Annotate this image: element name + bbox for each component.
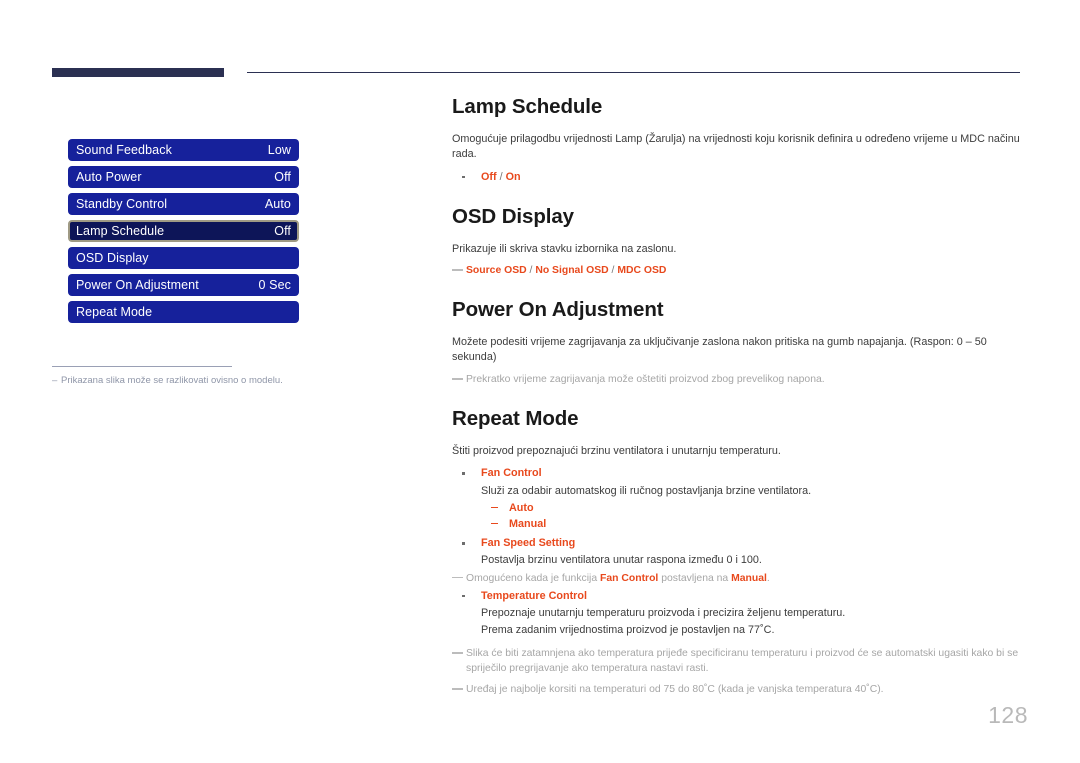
osd-row-lamp-schedule[interactable]: Lamp Schedule Off: [68, 220, 299, 242]
repeat-mode-note-1: Slika će biti zatamnjena ako temperatura…: [452, 646, 1030, 676]
note-dash-icon: [452, 378, 463, 380]
option-on: On: [505, 170, 521, 183]
section-title: Power On Adjustment: [452, 298, 664, 322]
list-item: Off / On: [452, 169, 1030, 185]
section-power-on-adjustment: Power On Adjustment Možete podesiti vrij…: [452, 299, 1030, 387]
option-separator: /: [526, 265, 536, 277]
left-footnote-text: Prikazana slika može se razlikovati ovis…: [61, 375, 283, 386]
osd-row-label: Auto Power: [76, 170, 142, 184]
bullet-square-icon: [462, 472, 465, 475]
fan-control-description: Služi za odabir automatskog ili ručnog p…: [481, 484, 812, 497]
section-title: Lamp Schedule: [452, 95, 603, 118]
list-item-fan-control: Fan Control Služi za odabir automatskog …: [452, 465, 1030, 532]
option-separator: /: [496, 170, 506, 183]
note-dash-icon: [452, 269, 463, 271]
note-dash-icon: [452, 688, 463, 690]
temperature-control-label: Temperature Control: [481, 589, 587, 602]
list-item-temperature-control: Temperature Control Prepoznaje unutarnju…: [452, 588, 1030, 639]
osd-row-value: Low: [267, 143, 291, 157]
section-title: OSD Display: [452, 205, 574, 229]
bullet-square-icon: [462, 175, 465, 179]
temperature-control-list: Temperature Control Prepoznaje unutarnju…: [452, 588, 1030, 639]
note-dash-icon: [452, 652, 463, 654]
left-illustration-column: Sound Feedback Low Auto Power Off Standb…: [0, 0, 400, 763]
osd-row-standby-control[interactable]: Standby Control Auto: [68, 193, 299, 215]
osd-row-auto-power[interactable]: Auto Power Off: [68, 166, 299, 188]
fan-control-label: Fan Control: [481, 467, 542, 480]
fan-speed-setting-description: Postavlja brzinu ventilatora unutar rasp…: [481, 554, 762, 567]
section-lamp-schedule: Lamp Schedule Omogućuje prilagodbu vrije…: [452, 95, 1030, 185]
note-text: Slika će biti zatamnjena ako temperatura…: [466, 648, 1019, 675]
note-term-fan-control: Fan Control: [600, 572, 659, 584]
repeat-mode-note-2: Uređaj je najbolje korsiti na temperatur…: [452, 682, 1030, 697]
left-footnote: – Prikazana slika može se razlikovati ovi…: [52, 375, 352, 386]
section-title: Repeat Mode: [452, 407, 579, 431]
osd-row-label: Standby Control: [76, 197, 168, 211]
option-off: Off: [481, 170, 497, 183]
fan-control-options: Auto Manual: [481, 500, 1030, 532]
temperature-control-description-1: Prepoznaje unutarnju temperaturu proizvo…: [481, 606, 846, 619]
section-repeat-mode: Repeat Mode Štiti proizvod prepoznajući …: [452, 408, 1030, 697]
fan-control-note: Omogućeno kada je funkcija Fan Control p…: [452, 571, 1030, 586]
dash-marker-icon: [491, 522, 498, 525]
option-list: Off / On: [452, 169, 1030, 185]
dash-marker-icon: [491, 506, 498, 509]
option-source-osd: Source OSD: [466, 265, 527, 277]
dash-marker-icon: –: [52, 375, 58, 386]
osd-display-options: Source OSD / No Signal OSD / MDC OSD: [452, 263, 1030, 278]
list-item-fan-speed-setting: Fan Speed Setting Postavlja brzinu venti…: [452, 535, 1030, 568]
osd-menu-mock: Sound Feedback Low Auto Power Off Standb…: [68, 139, 299, 328]
section-body: Štiti proizvod prepoznajući brzinu venti…: [452, 444, 781, 457]
content-column: Lamp Schedule Omogućuje prilagodbu vrije…: [452, 95, 1030, 699]
osd-row-label: OSD Display: [76, 251, 149, 265]
note-text-mid: postavljena na: [658, 572, 732, 584]
option-label: Auto: [509, 501, 534, 514]
note-dash-icon: [452, 576, 463, 579]
osd-row-value: 0 Sec: [258, 278, 291, 292]
temperature-control-description-2: Prema zadanim vrijednostima proizvod je …: [481, 623, 775, 636]
bullet-square-icon: [462, 594, 465, 598]
section-body: Prikazuje ili skriva stavku izbornika na…: [452, 242, 677, 255]
section-note: Prekratko vrijeme zagrijavanja može ošte…: [452, 372, 1030, 387]
osd-row-value: Auto: [264, 197, 291, 211]
fan-control-option-manual: Manual: [481, 516, 1030, 532]
note-text: Uređaj je najbolje korsiti na temperatur…: [466, 684, 884, 696]
bullet-square-icon: [462, 542, 465, 545]
fan-control-option-auto: Auto: [481, 500, 1030, 516]
osd-row-label: Power On Adjustment: [76, 278, 199, 292]
osd-row-label: Sound Feedback: [76, 143, 172, 157]
note-text-pre: Omogućeno kada je funkcija: [466, 572, 601, 584]
page-number: 128: [988, 702, 1028, 728]
osd-row-value: Off: [274, 170, 291, 184]
osd-row-osd-display[interactable]: OSD Display: [68, 247, 299, 269]
osd-row-power-on-adjustment[interactable]: Power On Adjustment 0 Sec: [68, 274, 299, 296]
option-label: Manual: [509, 517, 547, 530]
option-no-signal-osd: No Signal OSD: [535, 265, 609, 277]
left-footnote-rule: [52, 366, 232, 367]
osd-row-label: Lamp Schedule: [76, 224, 165, 238]
section-body: Omogućuje prilagodbu vrijednosti Lamp (Ž…: [452, 132, 1020, 161]
osd-row-label: Repeat Mode: [76, 305, 153, 319]
osd-row-repeat-mode[interactable]: Repeat Mode: [68, 301, 299, 323]
osd-row-sound-feedback[interactable]: Sound Feedback Low: [68, 139, 299, 161]
repeat-mode-option-list: Fan Control Služi za odabir automatskog …: [452, 465, 1030, 568]
section-osd-display: OSD Display Prikazuje ili skriva stavku …: [452, 205, 1030, 278]
osd-row-value: Off: [274, 224, 291, 238]
option-separator: /: [608, 265, 618, 277]
note-text: Prekratko vrijeme zagrijavanja može ošte…: [466, 374, 825, 386]
fan-speed-setting-label: Fan Speed Setting: [481, 537, 576, 550]
option-mdc-osd: MDC OSD: [617, 265, 667, 277]
section-body: Možete podesiti vrijeme zagrijavanja za …: [452, 335, 987, 364]
note-term-manual: Manual: [731, 572, 767, 584]
note-text-post: .: [766, 572, 770, 584]
